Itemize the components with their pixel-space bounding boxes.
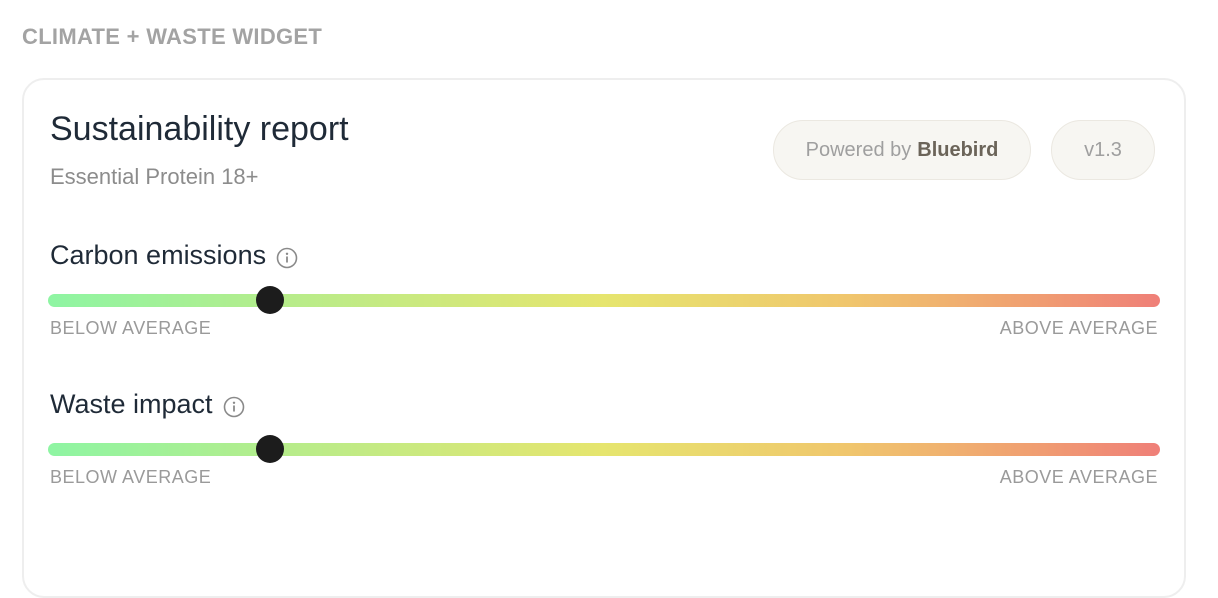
info-icon[interactable] — [276, 245, 298, 268]
carbon-below-average-label: BELOW AVERAGE — [50, 318, 212, 338]
waste-impact-slider-track — [48, 435, 1160, 463]
carbon-above-average-label: ABOVE AVERAGE — [999, 318, 1158, 338]
report-title: Sustainability report — [50, 110, 349, 148]
waste-above-average-label: ABOVE AVERAGE — [999, 467, 1158, 487]
version-badge: v1.3 — [1051, 120, 1155, 180]
powered-by-prefix: Powered by — [805, 138, 912, 161]
info-icon[interactable] — [223, 394, 245, 417]
sustainability-report-card: Sustainability report Essential Protein … — [22, 78, 1186, 598]
waste-impact-heading: Waste impact — [50, 389, 245, 420]
carbon-emissions-slider-thumb[interactable] — [256, 286, 285, 314]
carbon-emissions-label: Carbon emissions — [50, 240, 267, 270]
powered-by-brand: Bluebird — [917, 138, 999, 161]
waste-impact-label: Waste impact — [50, 389, 213, 419]
waste-below-average-label: BELOW AVERAGE — [50, 467, 212, 487]
widget-section-label: CLIMATE + WASTE WIDGET — [22, 24, 323, 49]
waste-impact-slider-thumb[interactable] — [256, 435, 285, 463]
report-subtitle: Essential Protein 18+ — [50, 164, 259, 189]
carbon-emissions-slider-track — [48, 286, 1160, 314]
powered-by-badge[interactable]: Powered by Bluebird — [773, 120, 1031, 180]
carbon-emissions-heading: Carbon emissions — [50, 240, 298, 271]
